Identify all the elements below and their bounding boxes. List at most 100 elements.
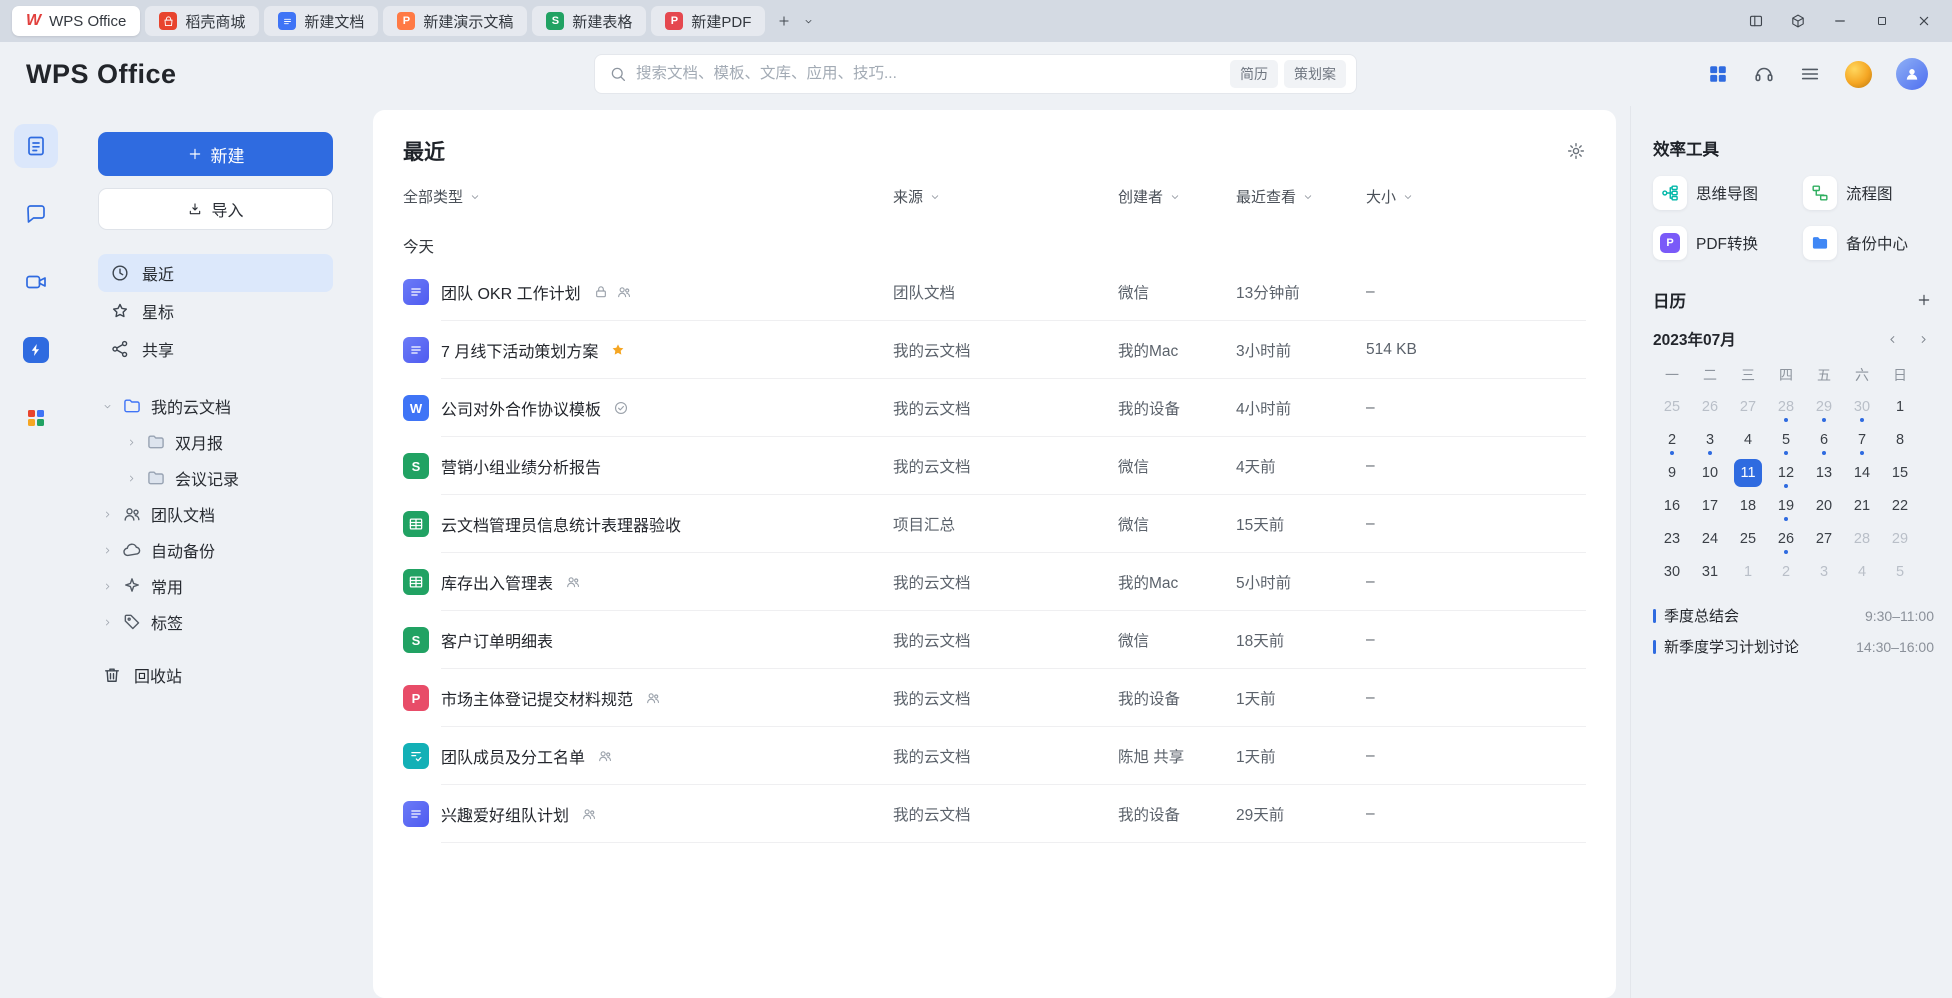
event-item[interactable]: 新季度学习计划讨论14:30–16:00 [1653, 631, 1934, 662]
tree-item-frequent[interactable]: 常用 [98, 568, 333, 604]
calendar-day[interactable]: 8 [1881, 423, 1919, 456]
calendar-day[interactable]: 4 [1843, 555, 1881, 588]
calendar-day[interactable]: 16 [1653, 489, 1691, 522]
calendar-day[interactable]: 9 [1653, 456, 1691, 489]
maximize-button[interactable] [1866, 7, 1898, 35]
file-row[interactable]: 兴趣爱好组队计划我的云文档我的设备29天前– [403, 785, 1586, 843]
avatar[interactable] [1896, 58, 1928, 90]
calendar-day[interactable]: 4 [1729, 423, 1767, 456]
chevron-right-icon[interactable] [102, 509, 113, 520]
calendar-day[interactable]: 5 [1767, 423, 1805, 456]
calendar-day[interactable]: 25 [1653, 390, 1691, 423]
tool-pdf-convert[interactable]: PPDF转换 [1653, 226, 1803, 260]
calendar-day[interactable]: 22 [1881, 489, 1919, 522]
search-bar[interactable]: 简历策划案 [594, 54, 1357, 94]
chevron-right-icon[interactable] [102, 581, 113, 592]
tab-wps-office[interactable]: WWPS Office [12, 6, 140, 36]
filter-creator[interactable]: 创建者 [1118, 186, 1236, 207]
calendar-day[interactable]: 24 [1691, 522, 1729, 555]
file-row[interactable]: W公司对外合作协议模板我的云文档我的设备4小时前– [403, 379, 1586, 437]
calendar-day[interactable]: 1 [1729, 555, 1767, 588]
tab-new-sheet[interactable]: S新建表格 [532, 6, 646, 36]
calendar-day[interactable]: 31 [1691, 555, 1729, 588]
tree-item-auto-backup[interactable]: 自动备份 [98, 532, 333, 568]
tab-new-doc[interactable]: 新建文档 [264, 6, 378, 36]
calendar-next-button[interactable] [1917, 333, 1930, 346]
support-icon[interactable] [1753, 63, 1775, 85]
calendar-day[interactable]: 1 [1881, 390, 1919, 423]
event-item[interactable]: 季度总结会9:30–11:00 [1653, 600, 1934, 631]
tab-docer-mall[interactable]: 稻壳商城 [145, 6, 259, 36]
calendar-day[interactable]: 2 [1767, 555, 1805, 588]
calendar-day[interactable]: 15 [1881, 456, 1919, 489]
member-icon[interactable] [1845, 61, 1872, 88]
calendar-prev-button[interactable] [1886, 333, 1899, 346]
calendar-day[interactable]: 13 [1805, 456, 1843, 489]
calendar-day[interactable]: 3 [1691, 423, 1729, 456]
filter-size[interactable]: 大小 [1366, 186, 1586, 207]
tree-item-bimonthly-report[interactable]: 双月报 [98, 424, 333, 460]
add-event-button[interactable] [1916, 292, 1932, 308]
rail-item-apps[interactable] [14, 396, 58, 440]
import-button[interactable]: 导入 [98, 188, 333, 230]
rail-item-meeting[interactable] [14, 260, 58, 304]
calendar-day[interactable]: 26 [1767, 522, 1805, 555]
calendar-day[interactable]: 12 [1767, 456, 1805, 489]
file-row[interactable]: S营销小组业绩分析报告我的云文档微信4天前– [403, 437, 1586, 495]
app-grid-icon[interactable] [1707, 63, 1729, 85]
tree-item-meeting-notes[interactable]: 会议记录 [98, 460, 333, 496]
calendar-day[interactable]: 3 [1805, 555, 1843, 588]
calendar-day[interactable]: 28 [1843, 522, 1881, 555]
calendar-day[interactable]: 14 [1843, 456, 1881, 489]
close-button[interactable] [1908, 7, 1940, 35]
global-menu-icon[interactable] [1799, 63, 1821, 85]
tool-backup-center[interactable]: 备份中心 [1803, 226, 1936, 260]
file-row[interactable]: 团队成员及分工名单我的云文档陈旭 共享1天前– [403, 727, 1586, 785]
new-tab-button[interactable] [777, 14, 791, 28]
calendar-day[interactable]: 20 [1805, 489, 1843, 522]
sidebar-item-shared[interactable]: 共享 [98, 330, 333, 368]
tab-new-ppt[interactable]: P新建演示文稿 [383, 6, 527, 36]
calendar-day[interactable]: 27 [1729, 390, 1767, 423]
calendar-day[interactable]: 21 [1843, 489, 1881, 522]
calendar-day[interactable]: 29 [1805, 390, 1843, 423]
file-row[interactable]: S客户订单明细表我的云文档微信18天前– [403, 611, 1586, 669]
search-input[interactable] [636, 65, 1221, 83]
list-settings-gear-icon[interactable] [1566, 141, 1586, 161]
calendar-day[interactable]: 6 [1805, 423, 1843, 456]
tab-new-pdf[interactable]: P新建PDF [651, 6, 765, 36]
file-row[interactable]: 团队 OKR 工作计划团队文档微信13分钟前– [403, 263, 1586, 321]
filter-viewed[interactable]: 最近查看 [1236, 186, 1366, 207]
tab-overflow-button[interactable] [803, 16, 814, 27]
chevron-right-icon[interactable] [102, 545, 113, 556]
calendar-day[interactable]: 30 [1843, 390, 1881, 423]
app-box-button[interactable] [1782, 7, 1814, 35]
sidebar-item-starred[interactable]: 星标 [98, 292, 333, 330]
calendar-day[interactable]: 11 [1729, 456, 1767, 489]
calendar-day[interactable]: 25 [1729, 522, 1767, 555]
calendar-day[interactable]: 7 [1843, 423, 1881, 456]
calendar-day[interactable]: 30 [1653, 555, 1691, 588]
tool-mindmap[interactable]: 思维导图 [1653, 176, 1803, 210]
calendar-day[interactable]: 19 [1767, 489, 1805, 522]
filter-source[interactable]: 来源 [893, 186, 1118, 207]
chevron-down-icon[interactable] [102, 401, 113, 412]
calendar-day[interactable]: 10 [1691, 456, 1729, 489]
file-row[interactable]: 云文档管理员信息统计表理器验收项目汇总微信15天前– [403, 495, 1586, 553]
calendar-day[interactable]: 17 [1691, 489, 1729, 522]
sidebar-item-trash[interactable]: 回收站 [98, 656, 333, 694]
file-row[interactable]: 7 月线下活动策划方案我的云文档我的Mac3小时前514 KB [403, 321, 1586, 379]
chevron-right-icon[interactable] [102, 617, 113, 628]
calendar-day[interactable]: 5 [1881, 555, 1919, 588]
search-tag[interactable]: 策划案 [1284, 60, 1346, 88]
minimize-button[interactable] [1824, 7, 1856, 35]
calendar-day[interactable]: 27 [1805, 522, 1843, 555]
rail-item-quick-tools[interactable] [14, 328, 58, 372]
calendar-day[interactable]: 26 [1691, 390, 1729, 423]
calendar-day[interactable]: 29 [1881, 522, 1919, 555]
tree-item-team-docs[interactable]: 团队文档 [98, 496, 333, 532]
layout-toggle-button[interactable] [1740, 7, 1772, 35]
chevron-right-icon[interactable] [126, 473, 137, 484]
rail-item-docs[interactable] [14, 124, 58, 168]
sidebar-item-recent[interactable]: 最近 [98, 254, 333, 292]
